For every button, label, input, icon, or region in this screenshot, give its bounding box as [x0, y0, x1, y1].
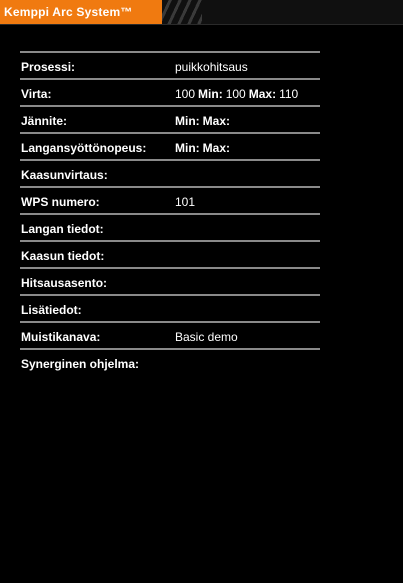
header-bar: Kemppi Arc System™ — [0, 0, 403, 25]
row-prosessi: Prosessi: puikkohitsaus — [20, 51, 320, 78]
row-muistikanava: Muistikanava: Basic demo — [20, 321, 320, 348]
min-label: Min: — [198, 87, 223, 101]
row-langan-tiedot: Langan tiedot: — [20, 213, 320, 240]
current-value: 100 — [175, 87, 196, 101]
row-label: Hitsausasento: — [21, 276, 108, 290]
row-lisatiedot: Lisätiedot: — [20, 294, 320, 321]
row-value: puikkohitsaus — [175, 60, 248, 74]
row-value-group: Min: Max: — [175, 141, 230, 155]
row-label: WPS numero: — [21, 195, 100, 209]
min-label: Min: — [175, 141, 200, 155]
row-label: Kaasun tiedot: — [21, 249, 105, 263]
row-label: Langan tiedot: — [21, 222, 104, 236]
kemppi-logo: Kemppi Arc System™ — [0, 0, 162, 24]
row-virta: Virta: 100 Min: 100 Max: 110 — [20, 78, 320, 105]
row-wps-numero: WPS numero: 101 — [20, 186, 320, 213]
row-value-group: Min: Max: — [175, 114, 230, 128]
row-label: Prosessi: — [21, 60, 76, 74]
row-value: Basic demo — [175, 330, 238, 344]
row-label: Lisätiedot: — [21, 303, 82, 317]
row-value-group: 100 Min: 100 Max: 110 — [175, 87, 298, 101]
max-value: 110 — [279, 87, 299, 101]
weld-info-table: Prosessi: puikkohitsaus Virta: 100 Min: 10… — [20, 51, 320, 375]
row-label: Virta: — [21, 87, 52, 101]
row-value: 101 — [175, 195, 196, 209]
row-jannite: Jännite: Min: Max: — [20, 105, 320, 132]
row-kaasun-tiedot: Kaasun tiedot: — [20, 240, 320, 267]
min-label: Min: — [175, 114, 200, 128]
row-kaasunvirtaus: Kaasunvirtaus: — [20, 159, 320, 186]
logo-stripes — [162, 0, 202, 24]
row-hitsausasento: Hitsausasento: — [20, 267, 320, 294]
min-value: 100 — [225, 87, 246, 101]
max-label: Max: — [202, 141, 230, 155]
row-label: Kaasunvirtaus: — [21, 168, 108, 182]
row-label: Muistikanava: — [21, 330, 101, 344]
row-label: Synerginen ohjelma: — [21, 357, 140, 371]
max-label: Max: — [248, 87, 277, 101]
max-label: Max: — [202, 114, 230, 128]
row-synerginen-ohjelma: Synerginen ohjelma: — [20, 348, 320, 375]
row-langansyottonopeus: Langansyöttönopeus: Min: Max: — [20, 132, 320, 159]
row-label: Jännite: — [21, 114, 68, 128]
row-label: Langansyöttönopeus: — [21, 141, 147, 155]
